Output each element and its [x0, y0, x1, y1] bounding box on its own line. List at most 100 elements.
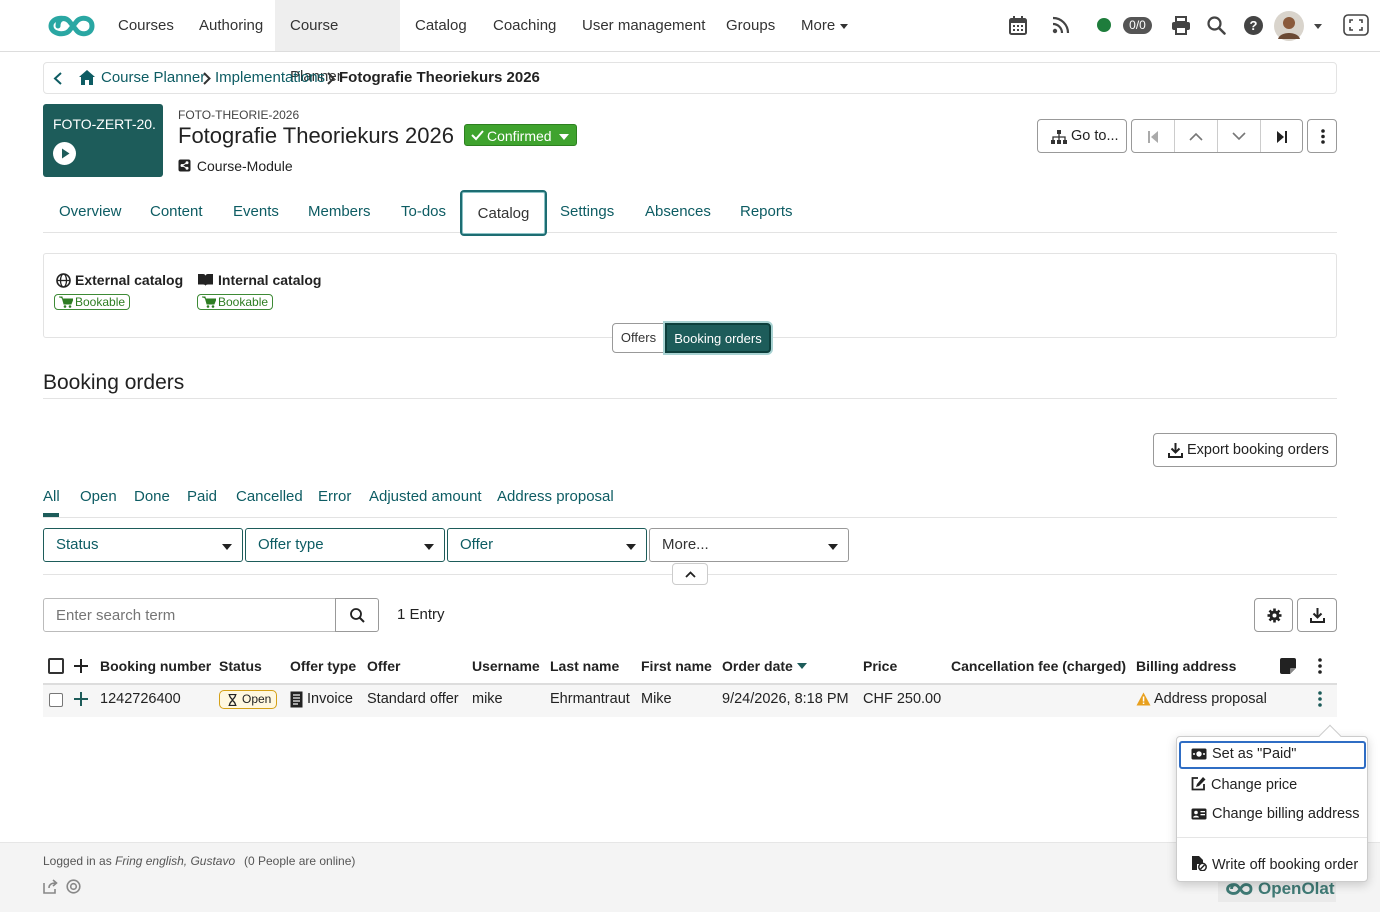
row-actions-menu: Set as "Paid" Change price Change billin…: [1176, 724, 1368, 882]
nav-courses[interactable]: Courses: [103, 0, 189, 51]
filter-tab-cancelled[interactable]: Cancelled: [236, 488, 303, 505]
nav-more[interactable]: More: [786, 0, 863, 51]
plus-icon[interactable]: [73, 658, 89, 674]
chevron-down-icon[interactable]: [1314, 24, 1322, 29]
nav-coaching[interactable]: Coaching: [478, 0, 571, 51]
export-booking-orders-button[interactable]: Export booking orders: [1153, 433, 1337, 467]
breadcrumb-implementations[interactable]: Implementations: [215, 69, 325, 86]
select-all-checkbox[interactable]: [48, 658, 64, 674]
first-button[interactable]: [1132, 120, 1175, 152]
vertical-dots-icon: [1321, 129, 1325, 144]
tab-settings[interactable]: Settings: [560, 203, 614, 220]
filter-tab-done[interactable]: Done: [134, 488, 170, 505]
table-download-button[interactable]: [1297, 598, 1337, 632]
col-first-name[interactable]: First name: [641, 658, 712, 674]
back-arrow-icon[interactable]: [53, 72, 63, 85]
nav-groups[interactable]: Groups: [711, 0, 790, 51]
next-button[interactable]: [1218, 120, 1261, 152]
tab-catalog[interactable]: Catalog: [460, 190, 547, 236]
warning-icon: [1136, 692, 1151, 706]
tab-events[interactable]: Events: [233, 203, 279, 220]
nav-user-management[interactable]: User management: [567, 0, 720, 51]
more-actions-button[interactable]: [1307, 119, 1337, 153]
offer-type-filter[interactable]: Offer type: [245, 528, 445, 562]
col-offer[interactable]: Offer: [367, 658, 400, 674]
logged-in-user[interactable]: Fring english, Gustavo: [115, 854, 235, 868]
last-button[interactable]: [1261, 120, 1302, 152]
help-icon[interactable]: ?: [1244, 16, 1263, 35]
status-dropdown[interactable]: Confirmed: [464, 124, 577, 146]
points-badge[interactable]: 0/0: [1123, 17, 1152, 34]
previous-button[interactable]: [1175, 120, 1218, 152]
segment-booking-orders[interactable]: Booking orders: [665, 323, 771, 353]
tab-absences[interactable]: Absences: [645, 203, 711, 220]
search-button[interactable]: [335, 598, 379, 632]
more-filter[interactable]: More...: [649, 528, 849, 562]
col-order-date[interactable]: Order date: [722, 658, 807, 674]
nav-catalog[interactable]: Catalog: [400, 0, 482, 51]
table-settings-button[interactable]: [1254, 598, 1293, 632]
avatar[interactable]: [1274, 11, 1304, 41]
tab-content[interactable]: Content: [150, 203, 203, 220]
rss-icon[interactable]: [1052, 16, 1070, 34]
tab-members[interactable]: Members: [308, 203, 371, 220]
collapse-filters-button[interactable]: [672, 563, 708, 585]
calendar-icon[interactable]: [1009, 16, 1027, 35]
col-offer-type[interactable]: Offer type: [290, 658, 356, 674]
fullscreen-icon[interactable]: [1343, 14, 1369, 36]
menu-change-billing-address[interactable]: Change billing address: [1191, 806, 1360, 822]
menu-set-paid[interactable]: Set as "Paid": [1191, 746, 1296, 762]
filter-tab-all[interactable]: All: [43, 488, 60, 505]
share-link-icon[interactable]: [43, 879, 59, 894]
tab-reports[interactable]: Reports: [740, 203, 793, 220]
sticky-note-icon[interactable]: [1280, 658, 1296, 674]
breadcrumb-course-planner[interactable]: Course Planner: [101, 69, 205, 86]
col-price[interactable]: Price: [863, 658, 897, 674]
nav-course-planner[interactable]: Course Planner: [275, 0, 400, 85]
col-status[interactable]: Status: [219, 658, 262, 674]
filter-tab-error[interactable]: Error: [318, 488, 351, 505]
cart-icon: [202, 296, 216, 308]
sort-desc-icon: [796, 663, 807, 669]
online-status-icon[interactable]: [1097, 18, 1111, 32]
filter-tab-address-proposal[interactable]: Address proposal: [497, 488, 614, 505]
vertical-dots-icon[interactable]: [1318, 658, 1322, 674]
menu-write-off[interactable]: Write off booking order: [1191, 855, 1358, 873]
implementation-tile[interactable]: FOTO-ZERT-20...: [43, 104, 163, 177]
offer-filter[interactable]: Offer: [447, 528, 647, 562]
menu-change-price-label: Change price: [1211, 777, 1298, 793]
search-input[interactable]: [43, 598, 336, 632]
col-cancellation-fee[interactable]: Cancellation fee (charged): [951, 658, 1126, 674]
row-actions-icon[interactable]: [1318, 691, 1322, 707]
openolat-logo-icon[interactable]: [44, 12, 98, 40]
filter-tab-adjusted-amount[interactable]: Adjusted amount: [369, 488, 482, 505]
col-last-name[interactable]: Last name: [550, 658, 619, 674]
cell-offer: Standard offer: [367, 691, 459, 707]
filter-tab-open[interactable]: Open: [80, 488, 117, 505]
home-icon[interactable]: [78, 69, 96, 86]
logged-in-prefix: Logged in as: [43, 854, 112, 868]
col-username[interactable]: Username: [472, 658, 540, 674]
top-navigation: Courses Authoring Course Planner Catalog…: [0, 0, 1380, 85]
tab-todos[interactable]: To-dos: [401, 203, 446, 220]
cell-booking-number: 1242726400: [100, 691, 181, 707]
online-count[interactable]: (0 People are online): [244, 854, 355, 868]
search-icon: [350, 608, 365, 623]
search-icon[interactable]: [1207, 16, 1226, 35]
status-filter[interactable]: Status: [43, 528, 243, 562]
segment-offers[interactable]: Offers: [612, 323, 665, 353]
globe-icon: [56, 273, 71, 288]
expand-row-icon[interactable]: [73, 691, 89, 707]
col-booking-number[interactable]: Booking number: [100, 658, 211, 674]
accessibility-icon[interactable]: [66, 879, 81, 894]
goto-button[interactable]: Go to...: [1037, 119, 1127, 153]
nav-authoring[interactable]: Authoring: [184, 0, 278, 51]
play-icon[interactable]: [53, 142, 76, 165]
col-billing-address[interactable]: Billing address: [1136, 658, 1236, 674]
filter-tab-paid[interactable]: Paid: [187, 488, 217, 505]
print-icon[interactable]: [1171, 16, 1191, 35]
menu-change-price[interactable]: Change price: [1191, 776, 1297, 793]
row-checkbox[interactable]: [49, 693, 63, 707]
chevron-up-icon: [1189, 132, 1203, 141]
tab-overview[interactable]: Overview: [59, 203, 122, 220]
